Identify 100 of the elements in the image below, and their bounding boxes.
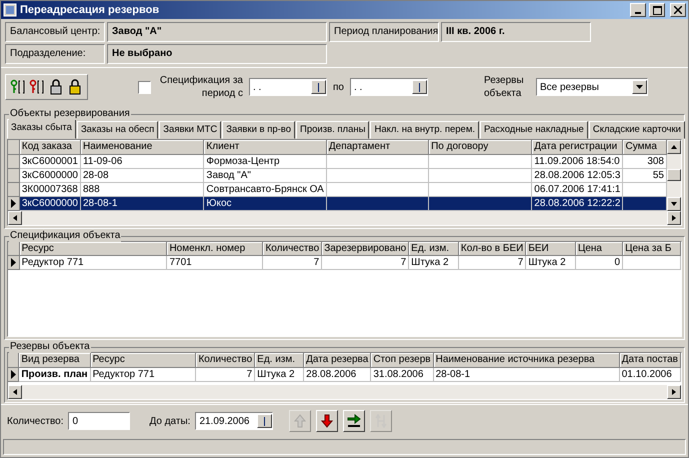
table-cell: 01.10.2006 [619, 367, 680, 381]
column-header[interactable]: Цена за Б [622, 242, 680, 256]
table-cell: Произв. план [18, 367, 90, 381]
field-label: До даты: [149, 416, 190, 426]
maximize-button[interactable] [649, 3, 665, 17]
quantity-field[interactable]: 0 [68, 412, 130, 430]
column-header[interactable]: Наименование [80, 140, 204, 154]
table-cell: 06.07.2006 17:41:1 [532, 182, 623, 196]
table-cell: 0 [575, 256, 623, 270]
right-arrow-icon [347, 414, 362, 428]
column-header[interactable]: Дата резерва [304, 353, 371, 367]
table-cell [622, 256, 680, 270]
column-header[interactable]: Сумма [622, 140, 666, 154]
column-header[interactable]: Наименование источника резерва [433, 353, 620, 367]
column-header[interactable]: Дата постав [619, 353, 680, 367]
column-header[interactable]: Дата регистрации [532, 140, 623, 154]
table-cell: 7 [196, 367, 255, 381]
table-cell: Штука 2 [526, 256, 576, 270]
table-cell: 3кС6000000 [19, 196, 80, 210]
date-field[interactable]: . . [350, 78, 428, 96]
calendar-button[interactable] [311, 80, 326, 94]
calendar-button[interactable] [412, 80, 427, 94]
date-field[interactable]: . . [249, 78, 327, 96]
column-header[interactable]: Кол-во в БЕИ [458, 242, 526, 256]
lock-icon [67, 79, 83, 95]
scroll-thumb[interactable] [667, 169, 681, 182]
horizontal-scrollbar[interactable] [8, 210, 681, 224]
tab[interactable]: Заявки в пр-во [222, 121, 296, 139]
column-header[interactable]: Количество [262, 242, 322, 256]
field-label: по [333, 82, 344, 92]
table-cell: 28.08.2006 12:22:2 [532, 196, 623, 210]
tab[interactable]: Складские карточки [588, 121, 685, 139]
table-cell: Совтрансавто-Брянск ОА [204, 182, 326, 196]
column-header[interactable]: Код заказа [19, 140, 80, 154]
column-header[interactable]: Номенкл. номер [166, 242, 263, 256]
table-cell: Штука 2 [254, 367, 304, 381]
column-header[interactable]: Цена [575, 242, 623, 256]
table-cell: 11-09-06 [80, 154, 204, 168]
lock-icon [48, 79, 64, 95]
column-header[interactable]: Ресурс [19, 242, 167, 256]
table-cell: Формоза-Центр [204, 154, 326, 168]
current-row-icon [11, 198, 16, 208]
toolbar-button[interactable] [316, 410, 338, 432]
scroll-right-button[interactable] [667, 210, 681, 224]
field-label: Период планирования [329, 22, 439, 42]
down-arrow-icon [320, 414, 334, 428]
tab[interactable]: Заказы на обесп [76, 121, 158, 139]
table-cell: Завод "А" [204, 168, 326, 182]
toolbar-button[interactable] [343, 410, 366, 432]
scroll-up-button[interactable] [667, 140, 681, 154]
row-header[interactable] [8, 196, 20, 210]
table-cell: 31.08.2006 [370, 367, 434, 381]
vertical-scrollbar[interactable] [667, 140, 681, 210]
group-title: Спецификация объекта [9, 230, 122, 242]
table-cell: Штука 2 [408, 256, 458, 270]
table-cell: 28-08 [80, 168, 204, 182]
tab[interactable]: Расходные накладные [480, 121, 588, 139]
key-bracket-icon [29, 79, 45, 95]
window-title: Переадресация резервов [20, 4, 160, 16]
tab[interactable]: Заказы сбыта [7, 119, 76, 139]
horizontal-scrollbar[interactable] [8, 385, 681, 399]
column-header[interactable]: Департамент [326, 140, 429, 154]
current-row-icon [11, 370, 16, 378]
column-header[interactable]: Ед. изм. [408, 242, 458, 256]
minimize-button[interactable] [630, 3, 646, 17]
field-label: Подразделение: [5, 44, 105, 64]
column-header[interactable]: Количество [196, 353, 255, 367]
column-header[interactable]: Ресурс [90, 353, 196, 367]
row-header[interactable] [8, 256, 20, 270]
tab[interactable]: Накл. на внутр. перем. [370, 121, 479, 139]
table-cell: 7 [458, 256, 526, 270]
close-button[interactable] [670, 3, 686, 17]
window-icon [3, 3, 17, 17]
column-header[interactable]: Зарезервировано [322, 242, 409, 256]
table-cell: 3кС6000000 [19, 168, 80, 182]
group-title: Резервы объекта [9, 341, 91, 353]
scroll-left-button[interactable] [8, 385, 22, 399]
scroll-right-button[interactable] [667, 385, 681, 399]
tab[interactable]: Произв. планы [296, 121, 370, 139]
dropdown-button[interactable] [632, 80, 647, 94]
date-field[interactable]: 21.09.2006 [195, 412, 274, 430]
column-header[interactable]: Стоп резерв [370, 353, 434, 367]
column-header[interactable]: Вид резерва [18, 353, 90, 367]
key-bracket-icon [10, 79, 26, 95]
table-cell: 28-08-1 [80, 196, 204, 210]
field-value: Не выбрано [107, 44, 327, 64]
table-cell: Редуктор 771 [90, 367, 196, 381]
caret-icon [636, 85, 643, 89]
checkbox[interactable] [138, 80, 151, 94]
column-header[interactable]: Клиент [204, 140, 326, 154]
row-header[interactable] [8, 367, 19, 381]
column-header[interactable]: БЕИ [526, 242, 576, 256]
column-header[interactable]: Ед. изм. [254, 353, 304, 367]
reserves-dropdown[interactable]: Все резервы [536, 78, 648, 96]
calendar-button[interactable] [257, 414, 272, 428]
column-header[interactable]: По договору [428, 140, 532, 154]
scroll-down-button[interactable] [667, 196, 681, 210]
scroll-left-button[interactable] [8, 210, 22, 224]
field-label: Балансовый центр: [5, 22, 105, 42]
tab[interactable]: Заявки МТС [159, 121, 222, 139]
